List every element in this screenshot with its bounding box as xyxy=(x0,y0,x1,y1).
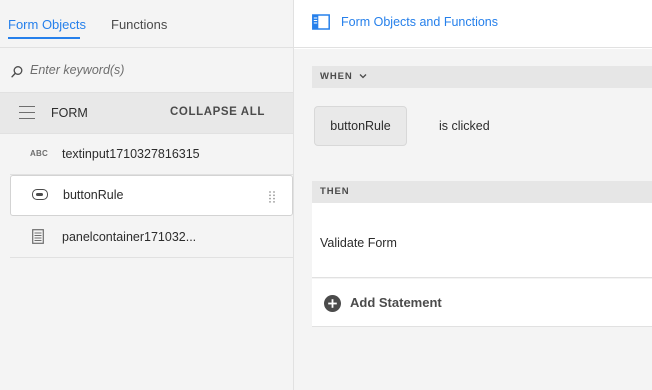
search-icon xyxy=(11,66,23,78)
search-input[interactable] xyxy=(28,60,278,80)
right-panel-header: Form Objects and Functions xyxy=(294,0,652,48)
form-objects-functions-link[interactable]: Form Objects and Functions xyxy=(341,15,498,29)
component-chip[interactable]: buttonRule xyxy=(314,106,407,146)
action-label[interactable]: Validate Form xyxy=(320,236,397,250)
then-action-row[interactable]: Validate Form xyxy=(312,203,652,278)
tree-item-label: buttonRule xyxy=(63,188,124,202)
button-icon xyxy=(32,189,48,200)
rule-editor: WHEN buttonRule is clicked THEN Validate… xyxy=(294,49,652,390)
tree-item-label: panelcontainer171032... xyxy=(62,230,197,244)
add-statement-row[interactable]: Add Statement xyxy=(312,279,652,327)
event-label[interactable]: is clicked xyxy=(439,119,490,133)
then-title: THEN xyxy=(320,186,350,197)
right-panel: Form Objects and Functions WHEN buttonRu… xyxy=(294,0,652,390)
then-section-bar: THEN xyxy=(312,181,652,203)
when-title: WHEN xyxy=(320,71,353,82)
when-condition-row: buttonRule is clicked xyxy=(312,93,652,160)
when-section-bar[interactable]: WHEN xyxy=(312,66,652,88)
panel-container-icon xyxy=(32,229,44,244)
left-tab-bar: Form Objects Functions xyxy=(0,0,293,48)
drag-handle-icon[interactable] xyxy=(268,190,276,204)
form-root-label: FORM xyxy=(51,106,88,120)
collapse-all-button[interactable]: COLLAPSE ALL xyxy=(170,106,265,118)
active-tab-indicator xyxy=(8,37,80,39)
tree-item-panelcontainer[interactable]: panelcontainer171032... xyxy=(10,217,293,258)
hamburger-icon[interactable] xyxy=(19,106,35,120)
search-bar xyxy=(0,48,293,93)
left-panel: Form Objects Functions FORM COLLAPSE ALL… xyxy=(0,0,294,390)
tree-item-buttonrule[interactable]: buttonRule xyxy=(10,175,293,216)
text-input-icon: ABC xyxy=(30,149,48,158)
tab-form-objects[interactable]: Form Objects xyxy=(8,17,86,32)
add-statement-button[interactable]: Add Statement xyxy=(350,295,442,310)
rule-editor-window: Form Objects Functions FORM COLLAPSE ALL… xyxy=(0,0,652,390)
tree-item-textinput[interactable]: ABC textinput1710327816315 xyxy=(10,134,293,175)
chevron-down-icon[interactable] xyxy=(359,73,367,79)
form-tree-header: FORM COLLAPSE ALL xyxy=(0,93,293,134)
add-circle-icon[interactable] xyxy=(324,295,341,312)
tree-item-label: textinput1710327816315 xyxy=(62,147,200,161)
tab-functions[interactable]: Functions xyxy=(111,17,167,32)
form-objects-functions-icon[interactable] xyxy=(312,14,330,30)
